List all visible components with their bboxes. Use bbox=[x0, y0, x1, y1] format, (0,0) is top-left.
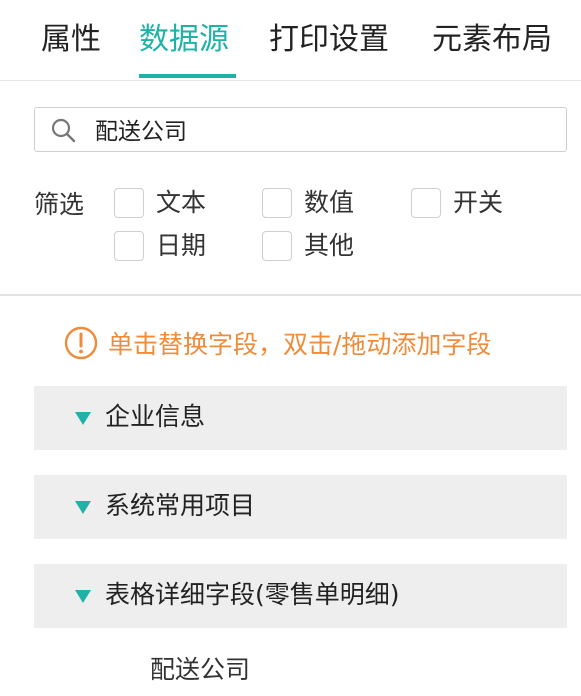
search-box[interactable] bbox=[34, 107, 567, 152]
tab-data-source[interactable]: 数据源 bbox=[139, 18, 229, 62]
field-item[interactable]: 配送公司 bbox=[150, 652, 250, 688]
search-icon bbox=[51, 118, 76, 143]
group-label: 系统常用项目 bbox=[105, 491, 256, 520]
checkbox-switch-label: 开关 bbox=[453, 188, 504, 217]
info-circle-icon bbox=[64, 326, 98, 360]
group-label: 企业信息 bbox=[105, 402, 206, 431]
checkbox-other[interactable] bbox=[262, 231, 292, 261]
tab-print-settings[interactable]: 打印设置 bbox=[269, 18, 389, 62]
active-tab-indicator bbox=[139, 74, 236, 78]
checkbox-date[interactable] bbox=[114, 231, 144, 261]
group-table-detail-fields[interactable]: 表格详细字段(零售单明细) bbox=[34, 564, 567, 628]
checkbox-text-label: 文本 bbox=[156, 188, 207, 217]
checkbox-other-label: 其他 bbox=[304, 231, 355, 260]
section-divider bbox=[0, 294, 581, 296]
group-system-common[interactable]: 系统常用项目 bbox=[34, 475, 567, 539]
filter-label: 筛选 bbox=[34, 190, 85, 219]
caret-down-icon bbox=[75, 501, 91, 514]
group-company-info[interactable]: 企业信息 bbox=[34, 386, 567, 450]
checkbox-text[interactable] bbox=[114, 188, 144, 218]
search-input[interactable] bbox=[95, 111, 555, 147]
checkbox-switch[interactable] bbox=[411, 188, 441, 218]
tab-bar: 属性 数据源 打印设置 元素布局 bbox=[0, 0, 581, 81]
tab-element-layout[interactable]: 元素布局 bbox=[432, 18, 552, 62]
caret-down-icon bbox=[75, 412, 91, 425]
group-label: 表格详细字段(零售单明细) bbox=[105, 580, 400, 609]
hint-text: 单击替换字段，双击/拖动添加字段 bbox=[108, 330, 492, 359]
checkbox-date-label: 日期 bbox=[156, 231, 207, 260]
checkbox-number[interactable] bbox=[262, 188, 292, 218]
checkbox-number-label: 数值 bbox=[304, 188, 355, 217]
tab-properties[interactable]: 属性 bbox=[41, 18, 101, 62]
caret-down-icon bbox=[75, 590, 91, 603]
hint-message: 单击替换字段，双击/拖动添加字段 bbox=[64, 325, 491, 361]
